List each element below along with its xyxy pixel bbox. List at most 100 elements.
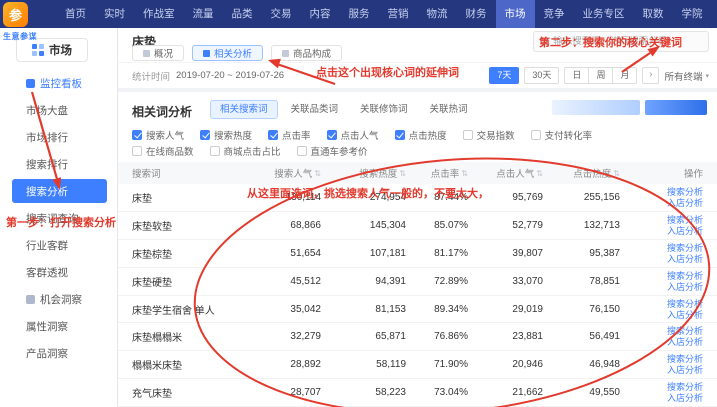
column-header-点击人气[interactable]: 点击人气⇅ bbox=[474, 166, 549, 180]
period-button-月[interactable]: 月 bbox=[612, 67, 637, 84]
panel-tab-相关搜索词[interactable]: 相关搜索词 bbox=[210, 100, 278, 119]
next-period-button[interactable]: › bbox=[642, 67, 659, 84]
date-button-7天[interactable]: 7天 bbox=[489, 67, 519, 84]
tab-商品构成[interactable]: 商品构成 bbox=[271, 45, 342, 61]
nav-item-作战室[interactable]: 作战室 bbox=[134, 0, 184, 28]
sidebar-item-监控看板[interactable]: 监控看板 bbox=[0, 70, 117, 97]
action-cell: 搜索分析入店分析 bbox=[626, 299, 717, 320]
nav-item-实时[interactable]: 实时 bbox=[95, 0, 134, 28]
nav-item-品类[interactable]: 品类 bbox=[223, 0, 262, 28]
search-analysis-link[interactable]: 搜索分析 bbox=[667, 187, 703, 197]
panel-tab-关联修饰词[interactable]: 关联修饰词 bbox=[351, 100, 417, 119]
table-row: 床垫学生宿舍 单人35,04281,15389.34%29,01976,150搜… bbox=[118, 296, 717, 324]
filter-搜索人气[interactable]: 搜索人气 bbox=[132, 128, 184, 142]
sidebar-item-label: 机会洞察 bbox=[40, 292, 82, 307]
search-analysis-link[interactable]: 搜索分析 bbox=[667, 271, 703, 281]
sidebar-item-搜索分析[interactable]: 搜索分析 bbox=[12, 179, 107, 203]
app-logo[interactable]: 参 生意参谋 bbox=[3, 2, 63, 42]
checkbox-icon[interactable] bbox=[268, 130, 278, 140]
column-header-点击率[interactable]: 点击率⇅ bbox=[412, 166, 474, 180]
nav-item-学院[interactable]: 学院 bbox=[673, 0, 712, 28]
panel-tab-关联热词[interactable]: 关联热词 bbox=[421, 100, 477, 119]
search-analysis-link[interactable]: 搜索分析 bbox=[667, 382, 703, 392]
shop-analysis-link[interactable]: 入店分析 bbox=[667, 310, 703, 320]
keyword-cell: 床垫软垫 bbox=[118, 218, 242, 233]
content-tabs: 概况相关分析商品构成 bbox=[132, 45, 342, 61]
search-input[interactable] bbox=[553, 36, 702, 47]
value-cell: 85.07% bbox=[412, 220, 474, 231]
search-analysis-link[interactable]: 搜索分析 bbox=[667, 243, 703, 253]
tab-概况[interactable]: 概况 bbox=[132, 45, 184, 61]
sidebar-item-搜索排行[interactable]: 搜索排行 bbox=[0, 151, 117, 178]
shop-analysis-link[interactable]: 入店分析 bbox=[667, 254, 703, 264]
filter-点击人气[interactable]: 点击人气 bbox=[327, 128, 379, 142]
tab-icon bbox=[282, 50, 289, 57]
value-cell: 39,807 bbox=[474, 248, 549, 259]
checkbox-icon[interactable] bbox=[395, 130, 405, 140]
shop-analysis-link[interactable]: 入店分析 bbox=[667, 226, 703, 236]
date-button-30天[interactable]: 30天 bbox=[524, 67, 559, 84]
checkbox-icon[interactable] bbox=[327, 130, 337, 140]
filter-支付转化率[interactable]: 支付转化率 bbox=[531, 128, 593, 142]
checkbox-icon[interactable] bbox=[132, 130, 142, 140]
value-cell: 87.44% bbox=[412, 192, 474, 203]
nav-item-营销[interactable]: 营销 bbox=[379, 0, 418, 28]
nav-item-竞争[interactable]: 竞争 bbox=[535, 0, 574, 28]
checkbox-icon[interactable] bbox=[132, 146, 142, 156]
keyword-cell: 床垫榻榻米 bbox=[118, 329, 242, 344]
nav-item-市场[interactable]: 市场 bbox=[496, 0, 535, 28]
filter-商城点击占比[interactable]: 商城点击占比 bbox=[210, 144, 281, 158]
panel-tab-关联品类词[interactable]: 关联品类词 bbox=[282, 100, 348, 119]
sidebar-item-行业客群[interactable]: 行业客群 bbox=[0, 232, 117, 259]
sidebar-item-产品洞察[interactable]: 产品洞察 bbox=[0, 340, 117, 367]
nav-item-流量[interactable]: 流量 bbox=[184, 0, 223, 28]
sidebar-item-市场大盘[interactable]: 市场大盘 bbox=[0, 97, 117, 124]
sidebar-item-属性洞察[interactable]: 属性洞察 bbox=[0, 313, 117, 340]
nav-item-内容[interactable]: 内容 bbox=[301, 0, 340, 28]
column-header-点击热度[interactable]: 点击热度⇅ bbox=[549, 166, 626, 180]
tab-相关分析[interactable]: 相关分析 bbox=[192, 45, 263, 61]
filter-点击热度[interactable]: 点击热度 bbox=[395, 128, 447, 142]
column-header-搜索人气[interactable]: 搜索人气⇅ bbox=[242, 166, 327, 180]
nav-item-财务[interactable]: 财务 bbox=[457, 0, 496, 28]
value-cell: 72.89% bbox=[412, 276, 474, 287]
sidebar-item-label: 搜索分析 bbox=[26, 184, 68, 199]
shop-analysis-link[interactable]: 入店分析 bbox=[667, 282, 703, 292]
sidebar-item-机会洞察[interactable]: 机会洞察 bbox=[0, 286, 117, 313]
filter-在线商品数[interactable]: 在线商品数 bbox=[132, 144, 194, 158]
checkbox-icon[interactable] bbox=[210, 146, 220, 156]
column-header-搜索热度[interactable]: 搜索热度⇅ bbox=[327, 166, 412, 180]
checkbox-icon[interactable] bbox=[297, 146, 307, 156]
filter-交易指数[interactable]: 交易指数 bbox=[463, 128, 515, 142]
sidebar-item-市场排行[interactable]: 市场排行 bbox=[0, 124, 117, 151]
nav-item-业务专区[interactable]: 业务专区 bbox=[574, 0, 634, 28]
search-analysis-link[interactable]: 搜索分析 bbox=[667, 354, 703, 364]
search-analysis-link[interactable]: 搜索分析 bbox=[667, 215, 703, 225]
search-box bbox=[533, 31, 709, 52]
period-button-日[interactable]: 日 bbox=[564, 67, 589, 84]
search-analysis-link[interactable]: 搜索分析 bbox=[667, 299, 703, 309]
nav-item-取数[interactable]: 取数 bbox=[634, 0, 673, 28]
sidebar-item-客群透视[interactable]: 客群透视 bbox=[0, 259, 117, 286]
value-cell: 68,866 bbox=[242, 220, 327, 231]
checkbox-icon[interactable] bbox=[463, 130, 473, 140]
sidebar-item-搜索词查询[interactable]: 搜索词查询 bbox=[0, 205, 117, 232]
filter-搜索热度[interactable]: 搜索热度 bbox=[200, 128, 252, 142]
shop-analysis-link[interactable]: 入店分析 bbox=[667, 198, 703, 208]
nav-item-交易[interactable]: 交易 bbox=[262, 0, 301, 28]
checkbox-icon[interactable] bbox=[531, 130, 541, 140]
filter-点击率[interactable]: 点击率 bbox=[268, 128, 311, 142]
nav-item-服务[interactable]: 服务 bbox=[340, 0, 379, 28]
period-button-周[interactable]: 周 bbox=[588, 67, 613, 84]
shop-analysis-link[interactable]: 入店分析 bbox=[667, 393, 703, 403]
value-cell: 49,550 bbox=[549, 387, 626, 398]
search-analysis-link[interactable]: 搜索分析 bbox=[667, 326, 703, 336]
shop-analysis-link[interactable]: 入店分析 bbox=[667, 337, 703, 347]
nav-item-物流[interactable]: 物流 bbox=[418, 0, 457, 28]
terminal-dropdown[interactable]: 所有终端 ▾ bbox=[664, 69, 709, 83]
keyword-cell: 床垫棕垫 bbox=[118, 246, 242, 261]
filter-直通车参考价[interactable]: 直通车参考价 bbox=[297, 144, 368, 158]
checkbox-icon[interactable] bbox=[200, 130, 210, 140]
gradient-bar-dark bbox=[645, 100, 707, 115]
shop-analysis-link[interactable]: 入店分析 bbox=[667, 365, 703, 375]
